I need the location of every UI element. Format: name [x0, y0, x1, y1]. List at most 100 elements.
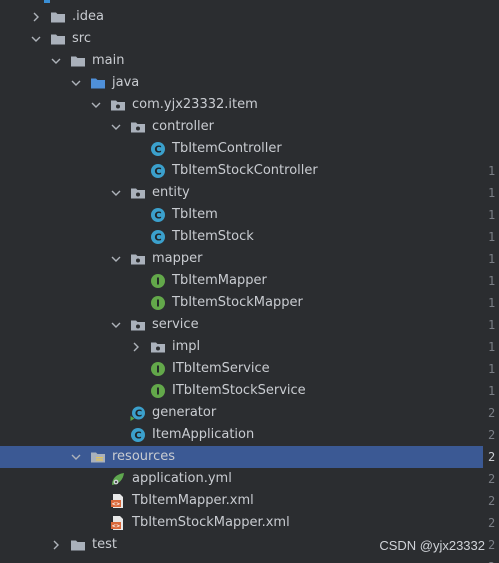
line-number: 1: [488, 274, 496, 288]
chevron-down-icon[interactable]: [110, 187, 122, 199]
interface-icon: I: [150, 361, 166, 377]
chevron-down-icon[interactable]: [90, 99, 102, 111]
tree-item-label: ITbItemStockService: [172, 383, 306, 398]
folder-icon: [50, 31, 66, 47]
tree-item-label: src: [72, 31, 91, 46]
chevron-down-icon[interactable]: [110, 121, 122, 133]
tree-item-label: service: [152, 317, 199, 332]
chevron-right-icon[interactable]: [50, 539, 62, 551]
tree-item-label: TbItemStock: [172, 229, 254, 244]
svg-text:C: C: [154, 167, 161, 178]
line-number: 1: [488, 362, 496, 376]
tree-item-tbitemstockmapper-xml[interactable]: <> TbItemStockMapper.xml: [0, 512, 483, 534]
svg-text:C: C: [154, 233, 161, 244]
package-icon: [110, 97, 126, 113]
source-folder-icon: [90, 75, 106, 91]
tree-item-mapper[interactable]: mapper: [0, 248, 483, 270]
tree-item-itbitemstockservice[interactable]: I ITbItemStockService: [0, 380, 483, 402]
package-icon: [130, 317, 146, 333]
tree-item-label: TbItem: [172, 207, 218, 222]
chevron-down-icon[interactable]: [50, 55, 62, 67]
tree-item-label: TbItemStockMapper.xml: [132, 515, 290, 530]
tree-item-service[interactable]: service: [0, 314, 483, 336]
chevron-down-icon[interactable]: [110, 253, 122, 265]
runnable-class-icon: C: [130, 405, 146, 421]
tree-item-label: TbItemStockMapper: [172, 295, 303, 310]
package-icon: [130, 185, 146, 201]
chevron-right-icon[interactable]: [30, 11, 42, 23]
line-number: 2: [488, 472, 496, 486]
line-number: 1: [488, 208, 496, 222]
partial-top-icon: [44, 0, 50, 3]
tree-item-tbitem[interactable]: C TbItem: [0, 204, 483, 226]
tree-item-controller[interactable]: controller: [0, 116, 483, 138]
watermark: CSDN @yjx23332: [379, 538, 485, 553]
tree-item-tbitemstockcontroller[interactable]: C TbItemStockController: [0, 160, 483, 182]
interface-icon: I: [150, 273, 166, 289]
tree-item-label: java: [112, 75, 140, 90]
line-number: 1: [488, 164, 496, 178]
tree-item-idea[interactable]: .idea: [0, 6, 483, 28]
line-number: 1: [488, 230, 496, 244]
chevron-down-icon[interactable]: [30, 33, 42, 45]
svg-text:I: I: [156, 365, 160, 376]
tree-item-itemapplication[interactable]: C ItemApplication: [0, 424, 483, 446]
package-icon: [130, 251, 146, 267]
line-number: 2: [488, 556, 499, 563]
line-number: 2: [488, 428, 496, 442]
resources-folder-icon: [90, 449, 106, 465]
tree-item-generator[interactable]: Cgenerator: [0, 402, 483, 424]
svg-text:C: C: [134, 431, 141, 442]
package-icon: [150, 339, 166, 355]
tree-item-label: TbItemMapper: [172, 273, 267, 288]
xml-file-icon: <>: [110, 493, 126, 509]
tree-item-label: TbItemController: [172, 141, 282, 156]
chevron-down-icon[interactable]: [110, 319, 122, 331]
tree-item-label: TbItemStockController: [172, 163, 318, 178]
tree-item-entity[interactable]: entity: [0, 182, 483, 204]
tree-item-tbitemstock[interactable]: C TbItemStock: [0, 226, 483, 248]
class-icon: C: [150, 141, 166, 157]
tree-item-main[interactable]: main: [0, 50, 483, 72]
line-number: 1: [488, 318, 496, 332]
tree-item-tbitemcontroller[interactable]: C TbItemController: [0, 138, 483, 160]
folder-icon: [50, 9, 66, 25]
tree-item-java[interactable]: java: [0, 72, 483, 94]
svg-text:<>: <>: [112, 524, 120, 530]
svg-text:I: I: [156, 299, 160, 310]
tree-item-label: entity: [152, 185, 190, 200]
tree-item-impl[interactable]: impl: [0, 336, 483, 358]
tree-item-label: main: [92, 53, 125, 68]
tree-item-resources[interactable]: resources: [0, 446, 483, 468]
svg-text:C: C: [135, 409, 142, 420]
tree-item-com-yjx23332-item[interactable]: com.yjx23332.item: [0, 94, 483, 116]
tree-item-src[interactable]: src: [0, 28, 483, 50]
chevron-down-icon[interactable]: [70, 77, 82, 89]
folder-icon: [70, 537, 86, 553]
chevron-right-icon[interactable]: [130, 341, 142, 353]
tree-item-tbitemmapper[interactable]: I TbItemMapper: [0, 270, 483, 292]
tree-item-tbitemmapper-xml[interactable]: <> TbItemMapper.xml: [0, 490, 483, 512]
tree-item-label: impl: [172, 339, 201, 354]
svg-text:I: I: [156, 387, 160, 398]
interface-icon: I: [150, 383, 166, 399]
line-number: 1: [488, 252, 496, 266]
tree-item-tbitemstockmapper[interactable]: I TbItemStockMapper: [0, 292, 483, 314]
line-number: 2: [488, 516, 496, 530]
line-number: 1: [488, 296, 496, 310]
svg-text:C: C: [154, 145, 161, 156]
tree-item-itbitemservice[interactable]: I ITbItemService: [0, 358, 483, 380]
chevron-down-icon[interactable]: [70, 451, 82, 463]
tree-item-application-yml[interactable]: application.yml: [0, 468, 483, 490]
svg-text:<>: <>: [112, 502, 120, 508]
tree-item-label: generator: [152, 405, 217, 420]
tree-item-label: test: [92, 537, 117, 552]
